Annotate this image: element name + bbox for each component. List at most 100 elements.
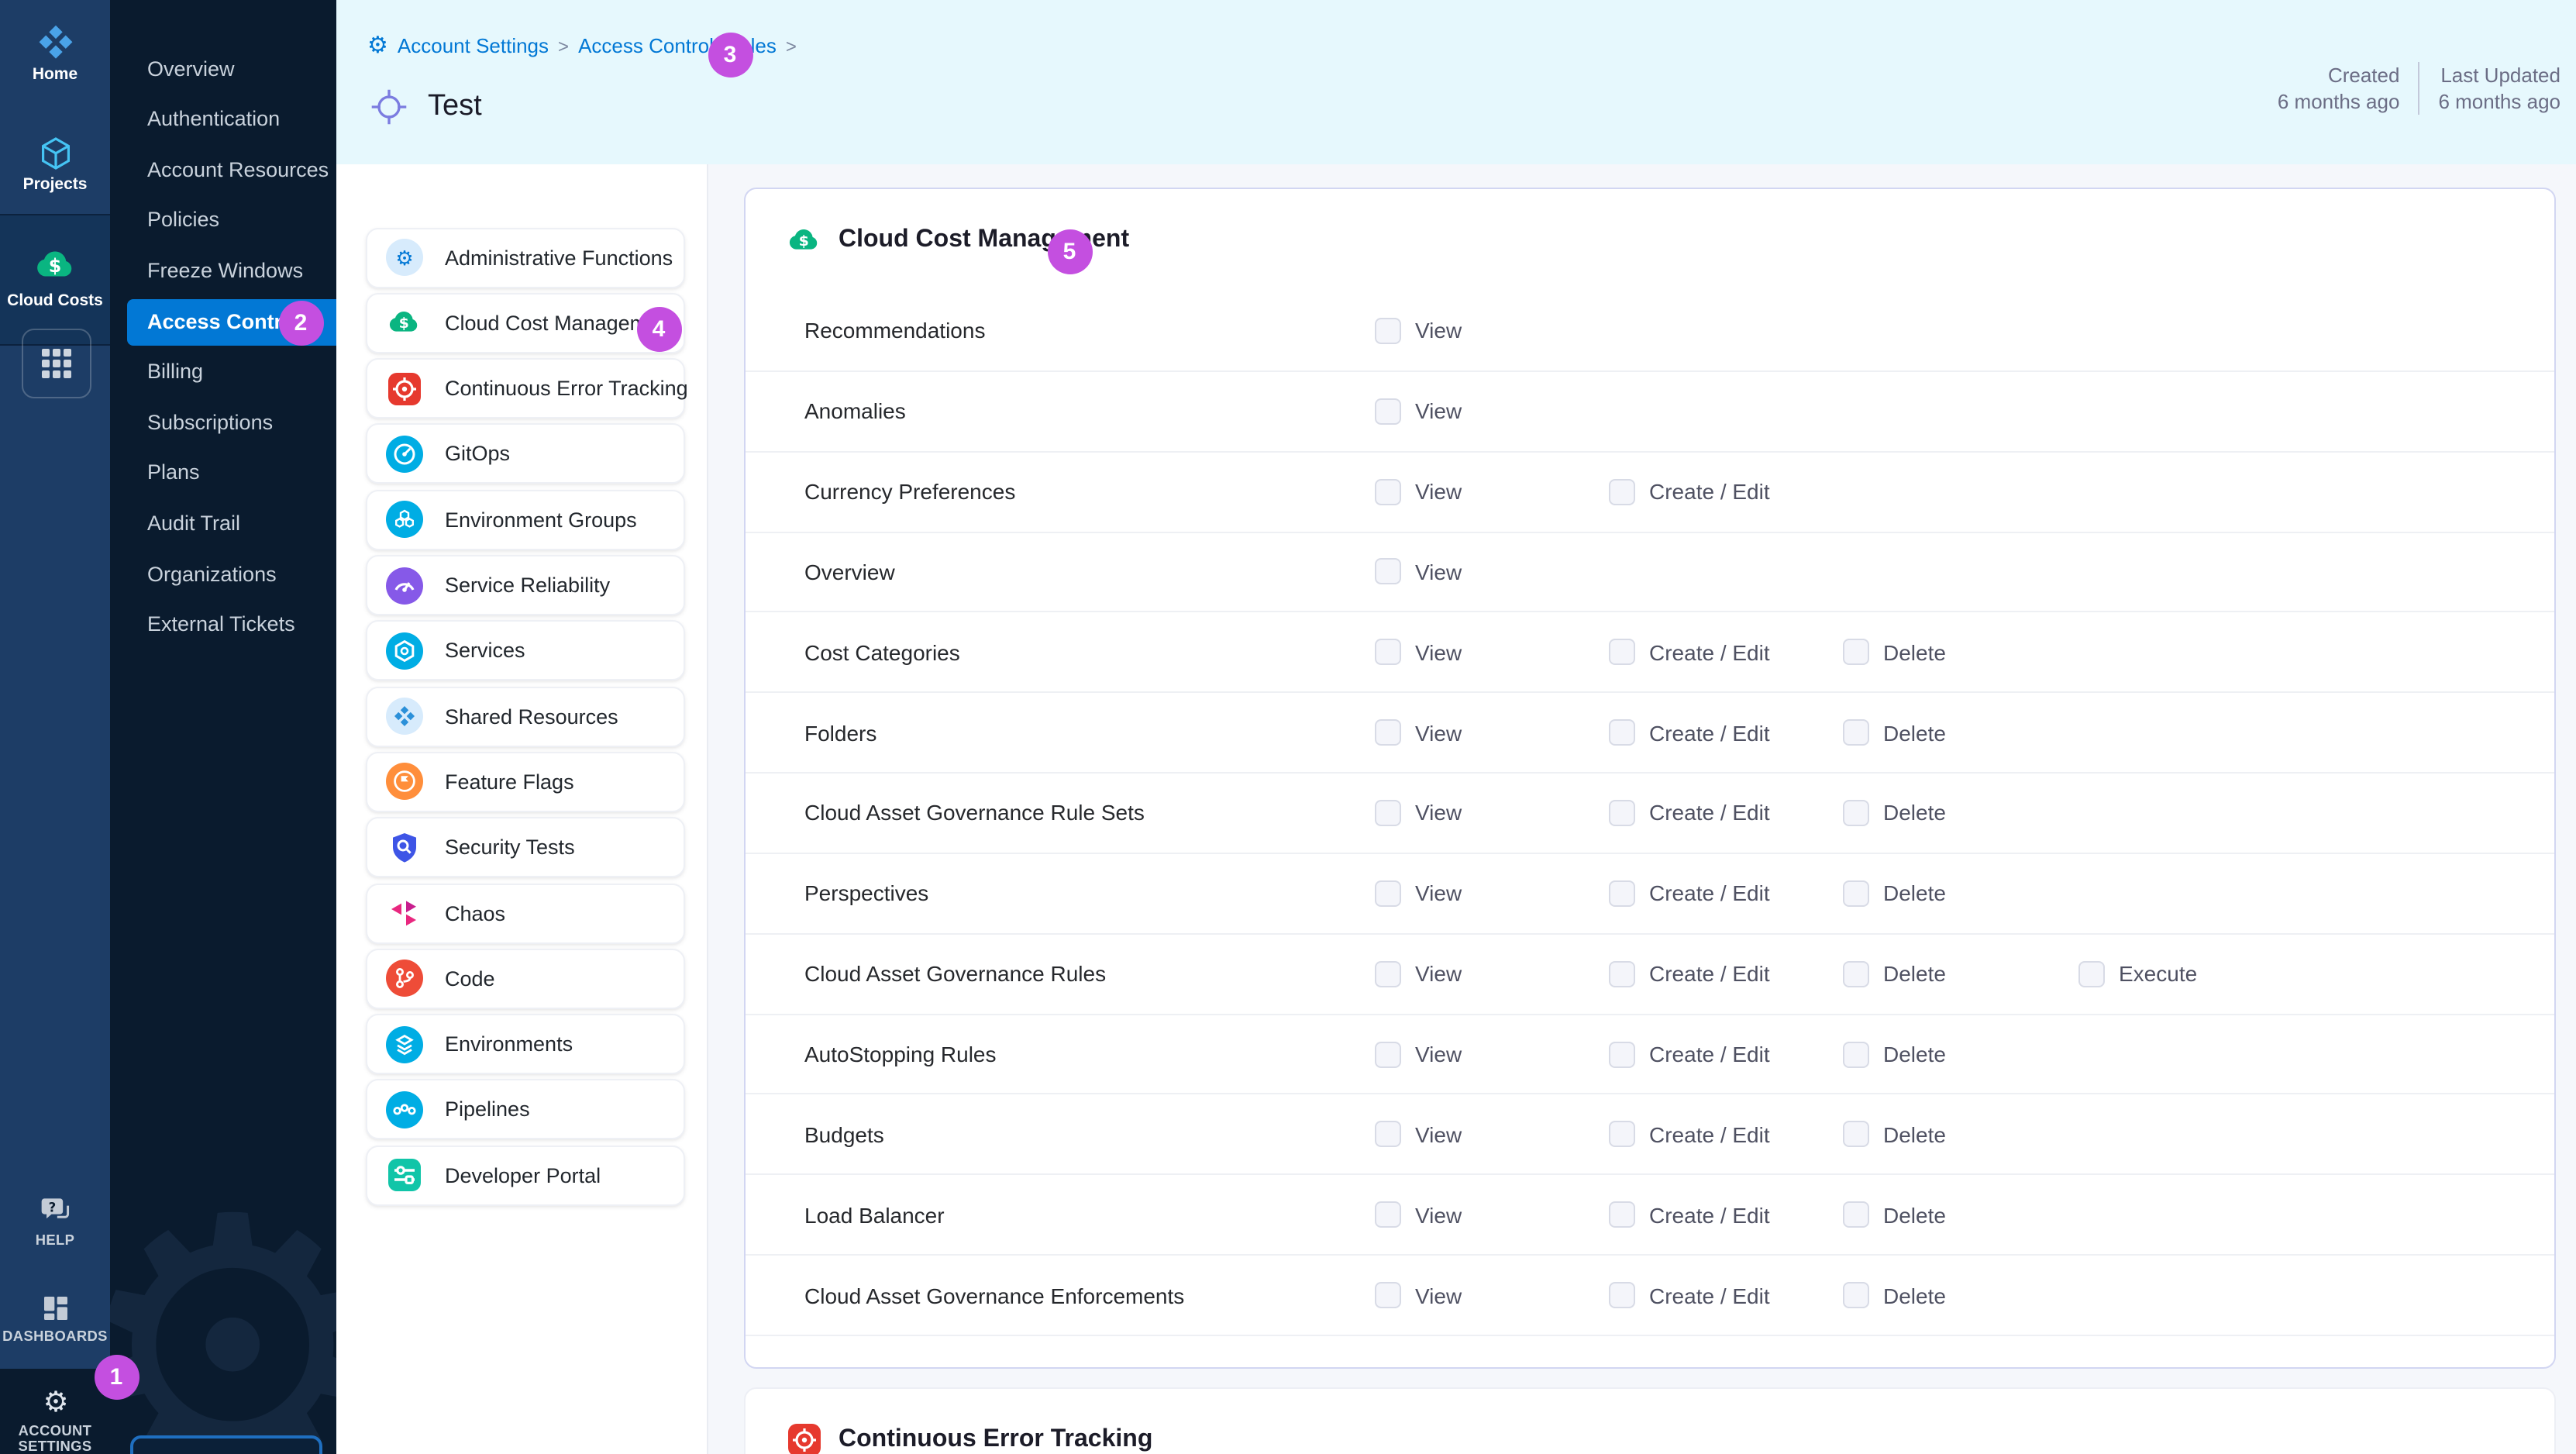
resource-group-label: Service Reliability bbox=[445, 574, 610, 597]
environment-groups-icon bbox=[386, 501, 423, 538]
account-settings-icon: ⚙ bbox=[38, 1384, 72, 1418]
resource-group-developer-portal[interactable]: Developer Portal bbox=[366, 1145, 685, 1205]
cloud-asset-governance-rule-sets-delete-checkbox[interactable] bbox=[1843, 800, 1869, 826]
folders-view-checkbox[interactable] bbox=[1375, 719, 1401, 746]
permission-delete-slot: Delete bbox=[1843, 1282, 1946, 1308]
resource-group-administrative-functions[interactable]: ⚙Administrative Functions bbox=[366, 227, 685, 288]
perspectives-delete-checkbox[interactable] bbox=[1843, 880, 1869, 907]
budgets-delete-checkbox[interactable] bbox=[1843, 1122, 1869, 1148]
permission-label: View bbox=[1415, 1122, 1462, 1147]
cloud-asset-governance-rules-delete-checkbox[interactable] bbox=[1843, 960, 1869, 987]
folders-delete-checkbox[interactable] bbox=[1843, 719, 1869, 746]
sidebar-item-policies[interactable]: Policies bbox=[110, 198, 336, 244]
autostopping-rules-create-checkbox[interactable] bbox=[1609, 1041, 1635, 1067]
currency-preferences-create-checkbox[interactable] bbox=[1609, 478, 1635, 505]
budgets-view-checkbox[interactable] bbox=[1375, 1122, 1401, 1148]
perspectives-create-checkbox[interactable] bbox=[1609, 880, 1635, 907]
sidebar-item-external-tickets[interactable]: External Tickets bbox=[110, 601, 336, 648]
cloud-asset-governance-rules-execute-checkbox[interactable] bbox=[2078, 960, 2105, 987]
sidebar-module-cloud-costs[interactable]: $Cloud Costs bbox=[0, 242, 110, 311]
overview-view-checkbox[interactable] bbox=[1375, 559, 1401, 585]
sidebar-item-plans[interactable]: Plans bbox=[110, 450, 336, 497]
load-balancer-view-checkbox[interactable] bbox=[1375, 1201, 1401, 1228]
permission-create-slot: Create / Edit bbox=[1609, 880, 1770, 907]
recommendations-view-checkbox[interactable] bbox=[1375, 318, 1401, 344]
cloud-asset-governance-rule-sets-create-checkbox[interactable] bbox=[1609, 800, 1635, 826]
role-crosshair-icon bbox=[369, 87, 409, 127]
sidebar-item-subscriptions[interactable]: Subscriptions bbox=[110, 399, 336, 446]
permission-label: Delete bbox=[1883, 1042, 1946, 1066]
permission-row-autostopping-rules: AutoStopping RulesViewCreate / EditDelet… bbox=[746, 1015, 2554, 1095]
sidebar-module-dashboards[interactable]: DASHBOARDS bbox=[0, 1293, 110, 1344]
sidebar-item-audit-trail[interactable]: Audit Trail bbox=[110, 501, 336, 547]
module-picker-button[interactable] bbox=[22, 329, 91, 398]
sidebar-item-freeze-windows[interactable]: Freeze Windows bbox=[110, 248, 336, 295]
resource-group-environments[interactable]: Environments bbox=[366, 1014, 685, 1074]
resource-group-code[interactable]: Code bbox=[366, 949, 685, 1009]
resource-name: Cloud Asset Governance Enforcements bbox=[804, 1283, 1184, 1308]
permissions-table: RecommendationsViewAnomaliesViewCurrency… bbox=[746, 291, 2554, 1336]
perspectives-view-checkbox[interactable] bbox=[1375, 880, 1401, 907]
page-header: ⚙ Account Settings>Access Control: Roles… bbox=[336, 0, 2576, 164]
panel-title: Continuous Error Tracking bbox=[839, 1426, 1152, 1454]
resource-group-label: Security Tests bbox=[445, 836, 575, 859]
permission-label: Create / Edit bbox=[1649, 1283, 1770, 1308]
resource-group-security-tests[interactable]: Security Tests bbox=[366, 817, 685, 877]
permission-row-overview: OverviewView bbox=[746, 532, 2554, 613]
autostopping-rules-delete-checkbox[interactable] bbox=[1843, 1041, 1869, 1067]
resource-group-chaos[interactable]: Chaos bbox=[366, 883, 685, 943]
cloud-asset-governance-rules-view-checkbox[interactable] bbox=[1375, 960, 1401, 987]
permission-label: Delete bbox=[1883, 801, 1946, 825]
cloud-asset-governance-enforcements-create-checkbox[interactable] bbox=[1609, 1282, 1635, 1308]
resource-group-gitops[interactable]: GitOps bbox=[366, 424, 685, 484]
sidebar-module-projects[interactable]: Projects bbox=[0, 135, 110, 195]
sidebar-item-organizations[interactable]: Organizations bbox=[110, 551, 336, 598]
permission-create-slot: Create / Edit bbox=[1609, 1201, 1770, 1228]
permission-view-slot: View bbox=[1375, 478, 1462, 505]
currency-preferences-view-checkbox[interactable] bbox=[1375, 478, 1401, 505]
cost-categories-view-checkbox[interactable] bbox=[1375, 639, 1401, 666]
budgets-create-checkbox[interactable] bbox=[1609, 1122, 1635, 1148]
resource-group-list: ⚙Administrative Functions$Cloud Cost Man… bbox=[336, 164, 708, 1454]
sidebar-module-help[interactable]: ?HELP bbox=[0, 1194, 110, 1248]
resource-group-label: Administrative Functions bbox=[445, 246, 673, 269]
load-balancer-delete-checkbox[interactable] bbox=[1843, 1201, 1869, 1228]
cloud-asset-governance-enforcements-delete-checkbox[interactable] bbox=[1843, 1282, 1869, 1308]
sidebar-item-account-resources[interactable]: Account Resources bbox=[110, 146, 336, 193]
resource-group-services[interactable]: Services bbox=[366, 621, 685, 681]
permission-label: Delete bbox=[1883, 1202, 1946, 1227]
autostopping-rules-view-checkbox[interactable] bbox=[1375, 1041, 1401, 1067]
permission-create-slot: Create / Edit bbox=[1609, 960, 1770, 987]
cloud-asset-governance-rules-create-checkbox[interactable] bbox=[1609, 960, 1635, 987]
sidebar-module-home[interactable]: Home bbox=[0, 22, 110, 84]
resource-group-environment-groups[interactable]: Environment Groups bbox=[366, 489, 685, 550]
permission-label: View bbox=[1415, 1202, 1462, 1227]
services-icon bbox=[386, 632, 423, 670]
resource-group-label: Code bbox=[445, 967, 495, 991]
cost-categories-delete-checkbox[interactable] bbox=[1843, 639, 1869, 666]
sidebar-item-billing[interactable]: Billing bbox=[110, 349, 336, 395]
resource-group-pipelines[interactable]: Pipelines bbox=[366, 1080, 685, 1140]
anomalies-view-checkbox[interactable] bbox=[1375, 398, 1401, 425]
breadcrumb-link-account-settings[interactable]: Account Settings bbox=[398, 34, 549, 57]
permission-label: View bbox=[1415, 479, 1462, 504]
sidebar-bottom-button[interactable] bbox=[130, 1435, 322, 1454]
resource-name: Cloud Asset Governance Rule Sets bbox=[804, 801, 1145, 825]
resource-group-continuous-error-tracking[interactable]: Continuous Error Tracking bbox=[366, 358, 685, 419]
sidebar-module-account-settings[interactable]: ⚙ACCOUNTSETTINGS bbox=[0, 1384, 110, 1454]
folders-create-checkbox[interactable] bbox=[1609, 719, 1635, 746]
permission-view-slot: View bbox=[1375, 1122, 1462, 1148]
cost-categories-create-checkbox[interactable] bbox=[1609, 639, 1635, 666]
permission-delete-slot: Delete bbox=[1843, 1122, 1946, 1148]
resource-group-label: Feature Flags bbox=[445, 770, 574, 794]
resource-group-service-reliability[interactable]: Service Reliability bbox=[366, 555, 685, 615]
sidebar-item-authentication[interactable]: Authentication bbox=[110, 96, 336, 143]
cloud-asset-governance-rule-sets-view-checkbox[interactable] bbox=[1375, 800, 1401, 826]
resource-group-label: Developer Portal bbox=[445, 1163, 601, 1187]
permission-label: Delete bbox=[1883, 1122, 1946, 1147]
resource-group-shared-resources[interactable]: Shared Resources bbox=[366, 686, 685, 746]
resource-group-feature-flags[interactable]: Feature Flags bbox=[366, 752, 685, 812]
sidebar-item-overview[interactable]: Overview bbox=[110, 46, 336, 92]
load-balancer-create-checkbox[interactable] bbox=[1609, 1201, 1635, 1228]
cloud-asset-governance-enforcements-view-checkbox[interactable] bbox=[1375, 1282, 1401, 1308]
